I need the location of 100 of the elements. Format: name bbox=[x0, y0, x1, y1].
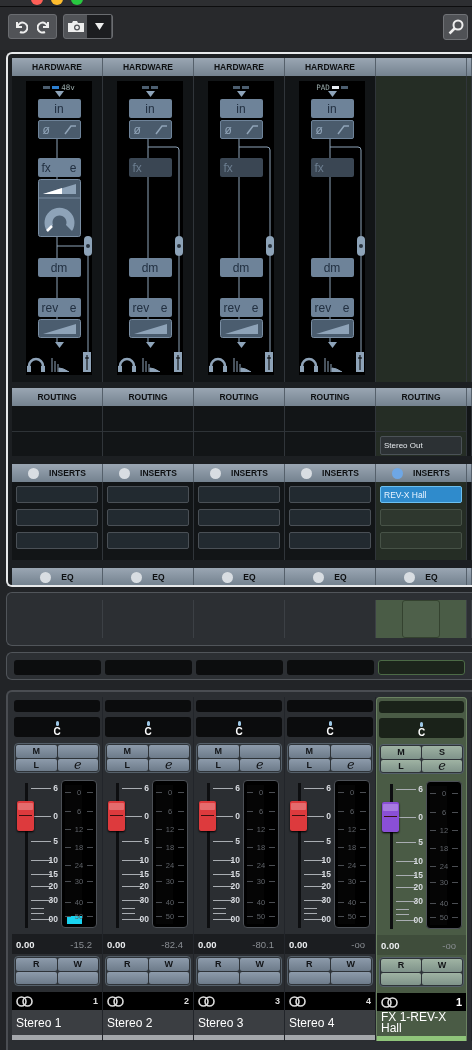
reverb-button[interactable]: rev e bbox=[219, 298, 263, 317]
fader-handle[interactable] bbox=[108, 801, 125, 832]
channel-button[interactable]: S bbox=[422, 746, 462, 759]
dm-button[interactable]: dm bbox=[37, 258, 81, 277]
pan-control[interactable]: C bbox=[105, 717, 191, 737]
insert-slot[interactable]: REV-X Hall bbox=[380, 486, 462, 503]
headphones-icon[interactable] bbox=[300, 357, 318, 372]
dm-button[interactable]: dm bbox=[310, 258, 354, 277]
search-button[interactable] bbox=[443, 14, 468, 40]
read-button[interactable]: R bbox=[198, 958, 239, 971]
phase-button[interactable]: ø bbox=[133, 122, 141, 137]
fader-handle[interactable] bbox=[17, 801, 34, 832]
write-button[interactable]: W bbox=[57, 958, 98, 971]
edit-label[interactable]: e bbox=[342, 300, 350, 315]
edit-label[interactable]: e bbox=[69, 160, 77, 175]
input-button[interactable]: in bbox=[128, 99, 172, 118]
channel-name[interactable]: FX 1-REV-X Hall bbox=[381, 1011, 462, 1034]
empty-slot[interactable] bbox=[378, 660, 465, 675]
channel-button[interactable]: M bbox=[198, 745, 239, 758]
fader-value[interactable]: 0.00 bbox=[107, 938, 126, 950]
toggle-dot[interactable] bbox=[40, 572, 52, 583]
phase-button[interactable]: ø bbox=[224, 122, 232, 137]
high-pass-icon[interactable] bbox=[336, 124, 349, 135]
phase-button[interactable]: ø bbox=[315, 122, 323, 137]
fader-value[interactable]: 0.00 bbox=[198, 938, 217, 950]
channel-button[interactable]: L bbox=[198, 758, 239, 771]
reverb-button[interactable]: rev e bbox=[128, 298, 172, 317]
fader-icon[interactable] bbox=[83, 352, 91, 372]
edit-label[interactable]: e bbox=[251, 300, 259, 315]
channel-button[interactable]: L bbox=[107, 758, 148, 771]
reverb-level-drawing[interactable] bbox=[219, 319, 263, 338]
headphones-icon[interactable] bbox=[209, 357, 227, 372]
high-pass-icon[interactable] bbox=[63, 124, 76, 135]
reverb-level-drawing[interactable] bbox=[128, 319, 172, 338]
channel-button[interactable]: L bbox=[16, 758, 57, 771]
fader-value[interactable]: 0.00 bbox=[381, 939, 400, 951]
fader-handle[interactable] bbox=[199, 801, 216, 832]
toggle-dot[interactable] bbox=[392, 467, 404, 479]
pan-control[interactable]: C bbox=[196, 717, 282, 737]
reverb-level-drawing[interactable] bbox=[37, 319, 81, 338]
toggle-dot[interactable] bbox=[313, 572, 325, 583]
toggle-dot[interactable] bbox=[119, 467, 131, 479]
toggle-dot[interactable] bbox=[131, 572, 143, 583]
read-button[interactable]: R bbox=[16, 958, 57, 971]
headphones-icon[interactable] bbox=[27, 357, 45, 372]
toggle-dot[interactable] bbox=[222, 572, 234, 583]
input-button[interactable]: in bbox=[37, 99, 81, 118]
read-button[interactable]: R bbox=[289, 958, 330, 971]
write-button[interactable]: W bbox=[148, 958, 189, 971]
write-button[interactable]: W bbox=[330, 958, 371, 971]
edit-button[interactable]: e bbox=[57, 758, 98, 771]
channel-button[interactable]: L bbox=[289, 758, 330, 771]
channel-button[interactable]: M bbox=[381, 746, 421, 759]
toggle-dot[interactable] bbox=[28, 467, 40, 479]
toggle-dot[interactable] bbox=[404, 572, 416, 583]
edit-label[interactable]: e bbox=[160, 300, 168, 315]
fader-icon[interactable] bbox=[265, 352, 273, 372]
dropdown-button[interactable] bbox=[87, 15, 111, 38]
channel-button[interactable]: M bbox=[16, 745, 57, 758]
write-button[interactable]: W bbox=[422, 959, 462, 972]
level-meter-icon[interactable] bbox=[324, 358, 342, 372]
phase-button[interactable]: ø bbox=[42, 122, 50, 137]
edit-button[interactable]: e bbox=[148, 758, 189, 771]
dm-button[interactable]: dm bbox=[128, 258, 172, 277]
channel-button[interactable]: M bbox=[107, 745, 148, 758]
write-button[interactable]: W bbox=[239, 958, 280, 971]
read-button[interactable]: R bbox=[107, 958, 148, 971]
read-button[interactable]: R bbox=[381, 959, 421, 972]
channel-button[interactable]: L bbox=[381, 759, 421, 772]
fader-value[interactable]: 0.00 bbox=[289, 938, 308, 950]
toggle-dot[interactable] bbox=[210, 467, 222, 479]
level-meter-icon[interactable] bbox=[142, 358, 160, 372]
toggle-dot[interactable] bbox=[301, 467, 313, 479]
edit-button[interactable]: e bbox=[422, 759, 462, 772]
compressor-knob-drawing[interactable] bbox=[37, 179, 81, 237]
output-selector[interactable]: Stereo Out bbox=[380, 436, 462, 455]
level-meter-icon[interactable] bbox=[233, 358, 251, 372]
input-button[interactable]: in bbox=[219, 99, 263, 118]
input-button[interactable]: in bbox=[310, 99, 354, 118]
fader-value[interactable]: 0.00 bbox=[16, 938, 35, 950]
channel-button[interactable]: M bbox=[289, 745, 330, 758]
edit-button[interactable]: e bbox=[330, 758, 371, 771]
pan-control[interactable]: C bbox=[379, 718, 464, 738]
fx-button[interactable]: fx e bbox=[37, 158, 81, 177]
fader-icon[interactable] bbox=[174, 352, 182, 372]
headphones-icon[interactable] bbox=[118, 357, 136, 372]
reverb-button[interactable]: rev e bbox=[37, 298, 81, 317]
edit-label[interactable]: e bbox=[69, 300, 77, 315]
reverb-button[interactable]: rev e bbox=[310, 298, 354, 317]
high-pass-icon[interactable] bbox=[154, 124, 167, 135]
fader-handle[interactable] bbox=[290, 801, 307, 832]
dm-button[interactable]: dm bbox=[219, 258, 263, 277]
reverb-level-drawing[interactable] bbox=[310, 319, 354, 338]
high-pass-icon[interactable] bbox=[245, 124, 258, 135]
pan-control[interactable]: C bbox=[287, 717, 373, 737]
fader-icon[interactable] bbox=[356, 352, 364, 372]
level-meter-icon[interactable] bbox=[51, 358, 69, 372]
edit-button[interactable]: e bbox=[239, 758, 280, 771]
pan-control[interactable]: C bbox=[14, 717, 100, 737]
fader-handle[interactable] bbox=[382, 802, 399, 833]
